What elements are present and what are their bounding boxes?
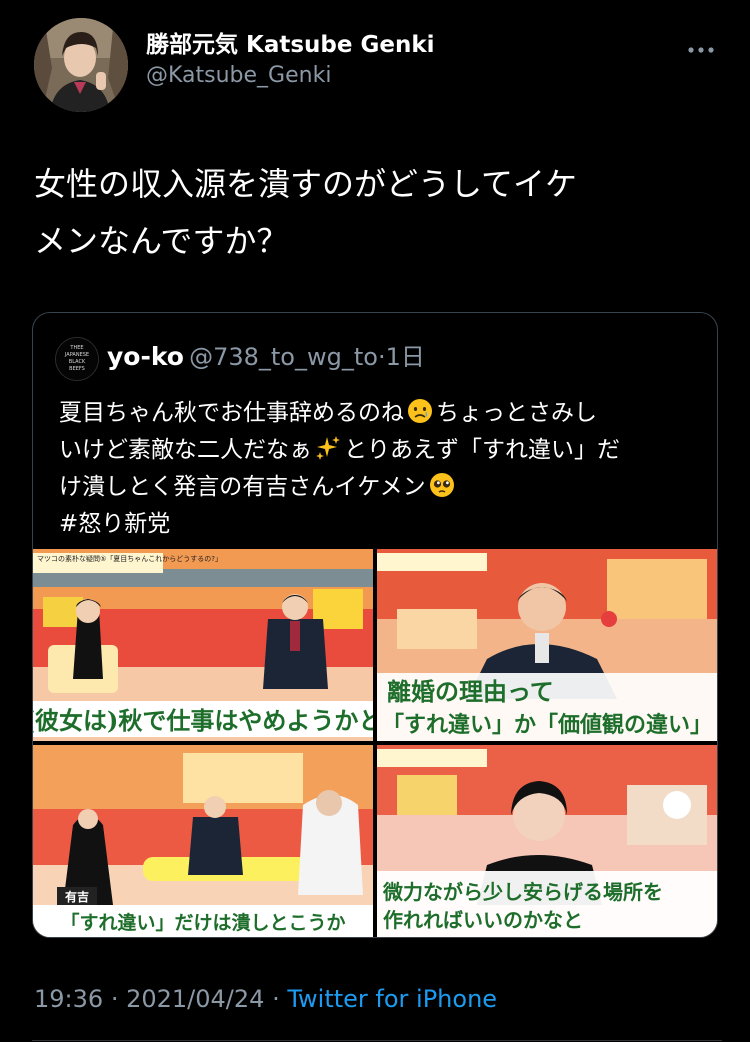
divider	[32, 1040, 722, 1041]
quoted-text-segment: とりあえず「すれ違い」だ	[344, 437, 620, 463]
quoted-time[interactable]: 1日	[386, 343, 425, 371]
tweet-date[interactable]: 2021/04/24	[126, 985, 264, 1013]
media-image-2[interactable]: 離婚の理由って 「すれ違い」か「価値観の違い」	[377, 549, 717, 741]
meta-separator: ·	[272, 985, 280, 1013]
quoted-text-segment: いけど素敵な二人だなぁ	[59, 437, 312, 463]
svg-text:BLACK: BLACK	[69, 359, 86, 365]
sparkles-emoji-icon	[316, 436, 340, 460]
author-display-name[interactable]: 勝部元気 Katsube Genki	[146, 30, 435, 60]
quoted-text: 夏目ちゃん秋でお仕事辞めるのね ちょっとさみし いけど素敵な二人だなぁ とりあえず「…	[59, 395, 699, 543]
svg-text:THEE: THEE	[69, 345, 83, 351]
media-image-4[interactable]: 微力ながら少し安らげる場所を 作れればいいのかなと	[377, 745, 717, 937]
tv-scene-image-icon: 離婚の理由って 「すれ違い」か「価値観の違い」	[377, 549, 717, 741]
tweet-text-line: 女性の収入源を潰すのがどうしてイケ	[34, 165, 578, 203]
more-options-button[interactable]	[684, 40, 718, 60]
media-speaker-label: 有吉	[65, 889, 89, 904]
quoted-tweet[interactable]: THEE JAPANESE BLACK BEEFS yo-ko @738_to_…	[32, 312, 718, 938]
quoted-handle[interactable]: @738_to_wg_to	[189, 343, 378, 371]
media-caption-1: (彼女は)秋で仕事はやめようかと	[33, 706, 373, 735]
media-caption-3: 「すれ違い」だけは潰しとこうか	[60, 911, 345, 934]
crying-face-emoji-icon	[408, 399, 432, 423]
tv-scene-image-icon: 微力ながら少し安らげる場所を 作れればいいのかなと	[377, 745, 717, 937]
media-caption-4b: 作れればいいのかなと	[383, 908, 583, 932]
band-logo-avatar-icon: THEE JAPANESE BLACK BEEFS	[56, 338, 98, 380]
svg-text:JAPANESE: JAPANESE	[64, 352, 89, 358]
media-caption-2b: 「すれ違い」か「価値観の違い」	[382, 712, 712, 738]
media-image-3[interactable]: 有吉 「すれ違い」だけは潰しとこうか	[33, 745, 373, 937]
meta-separator: ·	[110, 985, 119, 1013]
media-image-1[interactable]: マツコの素朴な疑問⑤「夏目ちゃんこれからどうするの?」 (彼女は)秋で仕事はやめ…	[33, 549, 373, 741]
tweet-source-link[interactable]: Twitter for iPhone	[287, 985, 497, 1013]
tv-scene-image-icon: 有吉 「すれ違い」だけは潰しとこうか	[33, 745, 373, 937]
author-avatar[interactable]	[34, 18, 128, 112]
tweet-metadata: 19:36 · 2021/04/24 · Twitter for iPhone	[34, 982, 497, 1016]
quoted-author-avatar[interactable]: THEE JAPANESE BLACK BEEFS	[55, 337, 99, 381]
author-info: 勝部元気 Katsube Genki @Katsube_Genki	[146, 30, 435, 92]
quoted-text-segment: け潰しとく発言の有吉さんイケメン	[59, 474, 426, 500]
author-handle[interactable]: @Katsube_Genki	[146, 60, 435, 92]
user-photo-avatar-icon	[34, 18, 128, 112]
tweet-time[interactable]: 19:36	[34, 985, 103, 1013]
hashtag-link[interactable]: #怒り新党	[59, 511, 170, 537]
media-banner: マツコの素朴な疑問⑤「夏目ちゃんこれからどうするの?」	[37, 554, 222, 563]
pleading-face-emoji-icon	[429, 473, 454, 497]
quoted-text-segment: 夏目ちゃん秋でお仕事辞めるのね	[59, 400, 404, 426]
quoted-media-grid: マツコの素朴な疑問⑤「夏目ちゃんこれからどうするの?」 (彼女は)秋で仕事はやめ…	[33, 549, 717, 937]
quoted-separator: ·	[377, 343, 386, 371]
media-caption-2a: 離婚の理由って	[387, 677, 554, 706]
quoted-display-name[interactable]: yo-ko	[107, 342, 184, 371]
more-horizontal-icon	[688, 47, 714, 53]
tv-scene-image-icon: マツコの素朴な疑問⑤「夏目ちゃんこれからどうするの?」 (彼女は)秋で仕事はやめ…	[33, 549, 373, 741]
tweet-header: 勝部元気 Katsube Genki @Katsube_Genki	[32, 16, 722, 116]
media-caption-4a: 微力ながら少し安らげる場所を	[382, 880, 663, 904]
tweet-text-line: メンなんですか？	[34, 222, 289, 260]
svg-text:BEEFS: BEEFS	[69, 366, 85, 372]
tweet-text: 女性の収入源を潰すのがどうしてイケ メンなんですか？	[34, 156, 714, 270]
quoted-header: yo-ko @738_to_wg_to·1日	[107, 340, 425, 377]
quoted-text-segment: ちょっとさみし	[436, 400, 597, 426]
